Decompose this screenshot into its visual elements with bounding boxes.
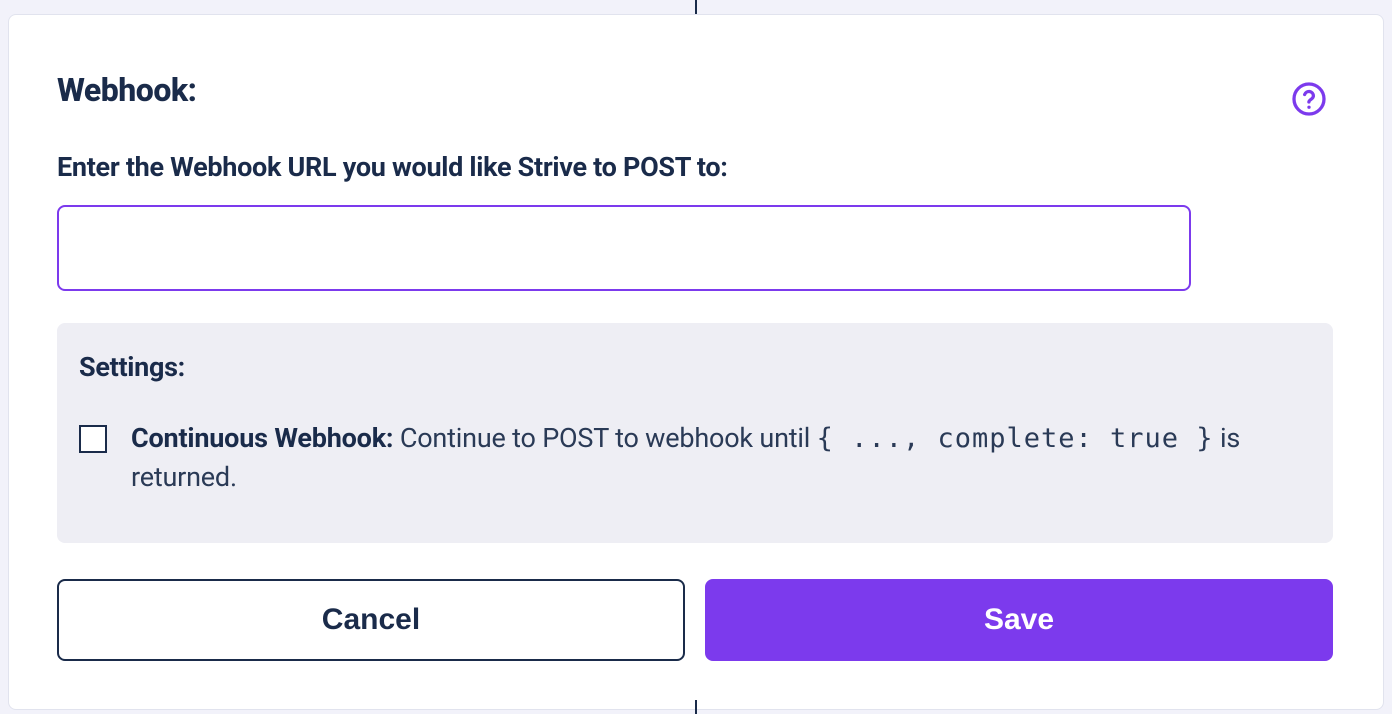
webhook-config-card: Webhook: Enter the Webhook URL you would… xyxy=(8,14,1384,710)
continuous-webhook-label-text-before: Continue to POST to webhook until xyxy=(393,422,816,454)
help-circle-icon[interactable] xyxy=(1291,81,1327,117)
flow-connector-top xyxy=(695,0,697,14)
settings-title: Settings: xyxy=(79,351,1311,383)
continuous-webhook-checkbox[interactable] xyxy=(79,425,107,453)
continuous-webhook-label: Continuous Webhook: Continue to POST to … xyxy=(131,419,1311,497)
url-field-label: Enter the Webhook URL you would like Str… xyxy=(57,151,1335,183)
card-title: Webhook: xyxy=(57,71,1335,109)
url-input-wrap xyxy=(57,205,1335,291)
continuous-webhook-label-bold: Continuous Webhook: xyxy=(131,422,393,454)
settings-panel: Settings: Continuous Webhook: Continue t… xyxy=(57,323,1333,543)
continuous-webhook-row: Continuous Webhook: Continue to POST to … xyxy=(79,419,1311,497)
save-button[interactable]: Save xyxy=(705,579,1333,661)
webhook-url-input[interactable] xyxy=(57,205,1191,291)
cancel-button[interactable]: Cancel xyxy=(57,579,685,661)
button-row: Cancel Save xyxy=(57,579,1333,661)
continuous-webhook-label-code: { ..., complete: true } xyxy=(817,423,1214,454)
save-button-label: Save xyxy=(984,603,1054,637)
flow-connector-bottom xyxy=(695,700,697,714)
cancel-button-label: Cancel xyxy=(322,603,420,637)
